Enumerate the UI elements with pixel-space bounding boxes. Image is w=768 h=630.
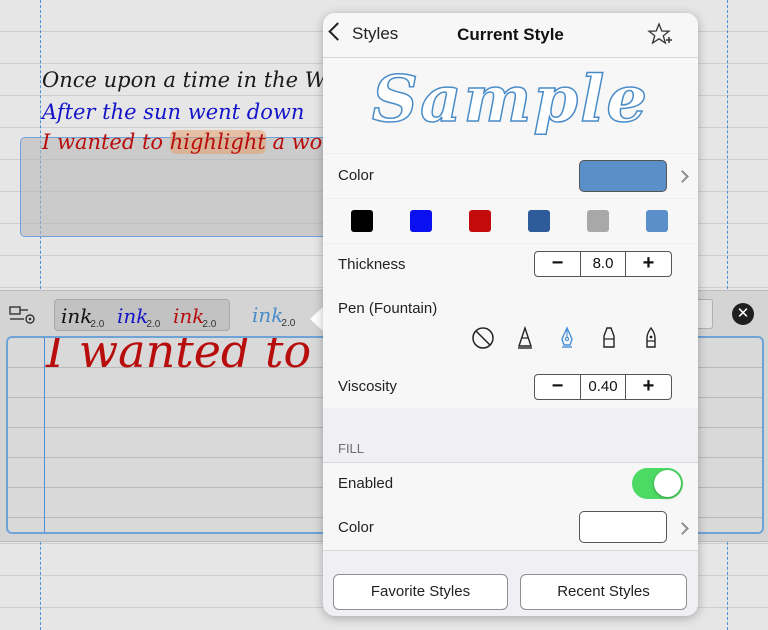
zoomed-handwriting: I wanted to hi — [46, 336, 371, 378]
handwriting-line-1: Once upon a time in the We — [42, 68, 338, 92]
pen-slot-label: ink — [252, 303, 284, 327]
swatch-blue[interactable] — [410, 210, 432, 232]
zoom-margin-line — [44, 338, 45, 532]
viscosity-stepper[interactable]: − 0.40 + — [534, 374, 672, 400]
thickness-row: Thickness − 8.0 + — [323, 244, 698, 286]
none-icon[interactable] — [471, 326, 495, 350]
zoom-settings-icon[interactable] — [8, 303, 40, 327]
pen-slot-label: ink — [61, 304, 93, 328]
pencil-tip-icon[interactable] — [513, 325, 537, 350]
swatch-gray[interactable] — [587, 210, 609, 232]
favorite-styles-button[interactable]: Favorite Styles — [333, 574, 508, 610]
style-popover: Styles Current Style Sample Color Thickn… — [323, 13, 698, 616]
fill-color-row[interactable]: Color — [323, 506, 698, 551]
chevron-right-icon — [676, 170, 689, 183]
fountain-pen-icon[interactable] — [555, 326, 579, 350]
marker-icon[interactable] — [597, 326, 621, 350]
viscosity-row: Viscosity − 0.40 + — [323, 366, 698, 408]
viscosity-increment-button[interactable]: + — [625, 375, 671, 399]
sample-text: Sample — [371, 61, 650, 138]
pen-slot-red[interactable]: ink2.0 — [173, 304, 216, 330]
recent-styles-button[interactable]: Recent Styles — [520, 574, 687, 610]
pen-slot-version: 2.0 — [281, 318, 296, 329]
viscosity-value: 0.40 — [588, 378, 618, 395]
pen-slot-label: ink — [173, 304, 205, 328]
toggle-knob — [654, 470, 681, 497]
swatch-black[interactable] — [351, 210, 373, 232]
swatch-red[interactable] — [469, 210, 491, 232]
pen-slot-current[interactable]: ink2.0 — [252, 303, 295, 329]
popover-arrow — [310, 306, 324, 332]
style-sample-preview: Sample — [323, 58, 698, 153]
handwriting-line-2: After the sun went down — [42, 100, 305, 124]
star-add-icon[interactable] — [647, 22, 673, 48]
fill-section-header: FILL — [338, 441, 365, 456]
pen-slot-black[interactable]: ink2.0 — [61, 304, 104, 330]
pen-slot-blue[interactable]: ink2.0 — [117, 304, 160, 330]
handwriting-line-3: I wanted to highlight a wo — [42, 130, 322, 154]
viscosity-label: Viscosity — [338, 378, 397, 395]
swatch-row — [323, 199, 698, 243]
popover-nav-bar: Styles Current Style — [323, 13, 698, 58]
popover-title: Current Style — [457, 25, 564, 44]
fill-color-label: Color — [338, 519, 374, 536]
line-3-tail: a wo — [265, 130, 323, 154]
thickness-stepper[interactable]: − 8.0 + — [534, 251, 672, 277]
line-3-plain: I wanted to — [42, 130, 170, 154]
swatch-light-blue[interactable] — [646, 210, 668, 232]
brush-icon[interactable] — [639, 326, 663, 350]
thickness-decrement-button[interactable]: − — [535, 252, 581, 276]
thickness-label: Thickness — [338, 256, 406, 273]
fill-enabled-toggle[interactable] — [632, 468, 683, 499]
pen-slot-version: 2.0 — [146, 319, 161, 330]
line-3-highlight: highlight — [169, 130, 266, 154]
chevron-right-icon — [676, 522, 689, 535]
thickness-increment-button[interactable]: + — [625, 252, 671, 276]
swatch-navy[interactable] — [528, 210, 550, 232]
pen-slot-version: 2.0 — [202, 319, 217, 330]
pen-slot-label: ink — [117, 304, 149, 328]
viscosity-decrement-button[interactable]: − — [535, 375, 581, 399]
pen-tray[interactable]: ink2.0 ink2.0 ink2.0 — [54, 299, 230, 331]
pen-slot-version: 2.0 — [90, 319, 105, 330]
close-icon[interactable]: ✕ — [732, 303, 754, 325]
thickness-value: 8.0 — [592, 255, 614, 272]
color-row[interactable]: Color — [323, 154, 698, 198]
pen-type-label: Pen (Fountain) — [338, 300, 438, 317]
fill-color-well[interactable] — [579, 511, 667, 543]
stroke-color-well[interactable] — [579, 160, 667, 192]
fill-enabled-label: Enabled — [338, 475, 394, 492]
color-label: Color — [338, 167, 374, 184]
zoomed-text-plain: I wanted to — [46, 336, 326, 378]
